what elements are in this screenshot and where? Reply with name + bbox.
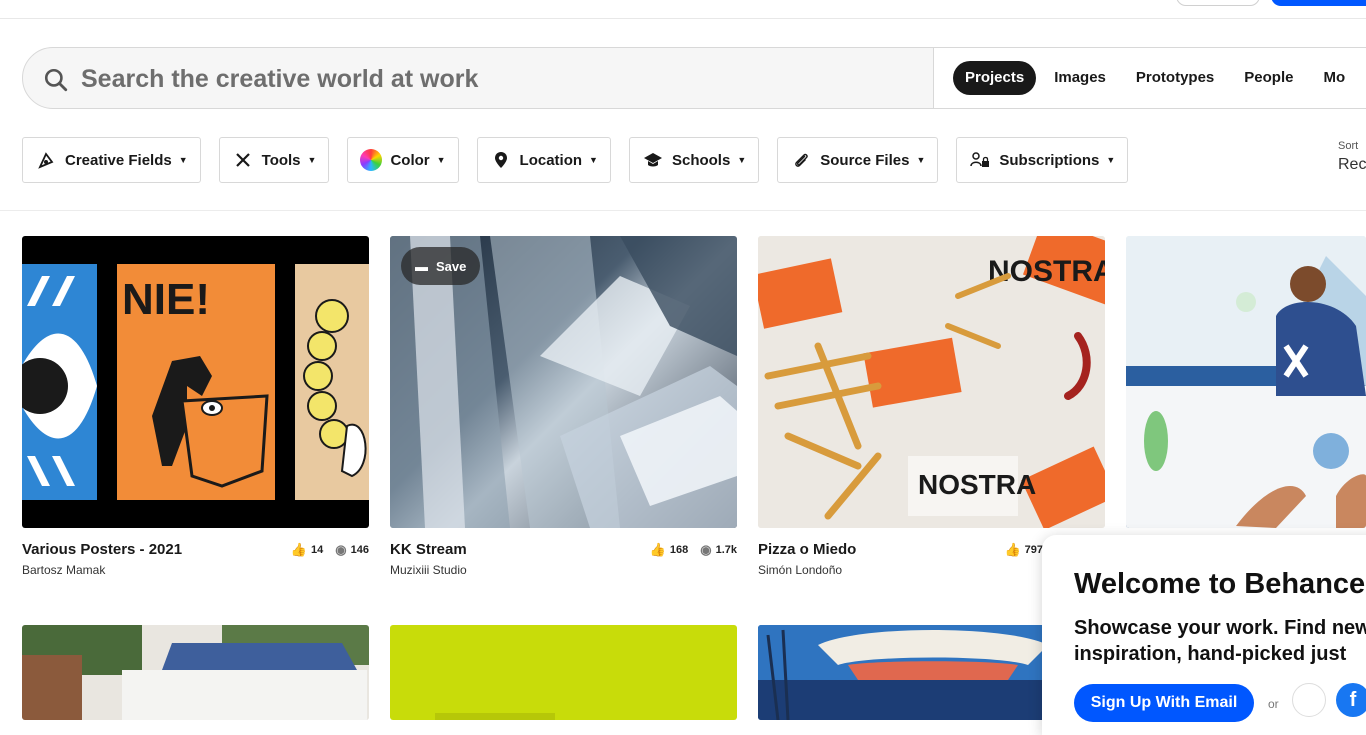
search-icon <box>44 68 68 92</box>
svg-text:NOSTRA: NOSTRA <box>988 255 1105 288</box>
sort-label: Sort <box>1338 140 1359 152</box>
project-stats: 👍 797 <box>1004 542 1043 558</box>
filter-source-files[interactable]: Source Files ▼ <box>777 137 939 183</box>
search-type-tabs: Projects Images Prototypes People Mo <box>953 61 1363 95</box>
tab-images[interactable]: Images <box>1042 61 1118 95</box>
thumbs-up-icon: 👍 <box>649 542 666 557</box>
search-bar: Projects Images Prototypes People Mo <box>22 47 1366 109</box>
project-thumbnail[interactable] <box>1126 236 1366 528</box>
project-card <box>390 625 737 720</box>
filter-label: Source Files <box>820 151 910 169</box>
divider <box>0 210 1366 211</box>
house-photo-artwork <box>22 625 369 720</box>
chevron-down-icon: ▼ <box>589 155 598 165</box>
sign-up-button[interactable] <box>1271 0 1366 6</box>
tab-people[interactable]: People <box>1232 61 1305 95</box>
project-thumbnail[interactable]: ▬ Save <box>390 236 737 528</box>
thumbs-up-icon: 👍 <box>290 542 308 557</box>
save-label: Save <box>436 258 467 274</box>
search-divider <box>933 48 934 108</box>
facebook-icon[interactable]: f <box>1336 683 1366 717</box>
chevron-down-icon: ▼ <box>436 155 446 165</box>
project-card <box>22 625 369 720</box>
svg-text:NOSTRA: NOSTRA <box>918 469 1036 500</box>
svg-text:NIE!: NIE! <box>122 275 210 324</box>
filter-schools[interactable]: Schools ▼ <box>628 137 760 183</box>
filter-label: Subscriptions <box>999 151 1100 169</box>
sort-dropdown[interactable]: Sort Rec <box>1338 140 1366 174</box>
location-pin-icon <box>490 149 512 171</box>
chevron-down-icon: ▼ <box>916 155 926 165</box>
sort-value: Rec <box>1338 156 1366 173</box>
filter-location[interactable]: Location ▼ <box>476 137 611 183</box>
folder-icon: ▬ <box>415 258 428 274</box>
chevron-down-icon: ▼ <box>1106 155 1116 165</box>
project-title[interactable]: KK Stream <box>390 541 467 558</box>
filter-label: Tools <box>261 151 301 169</box>
filter-creative-fields[interactable]: Creative Fields ▼ <box>22 137 201 183</box>
log-in-button[interactable] <box>1176 0 1260 6</box>
tools-icon <box>232 149 254 171</box>
tab-more[interactable]: Mo <box>1311 61 1357 95</box>
top-nav-bar <box>0 0 1366 19</box>
filter-tools[interactable]: Tools ▼ <box>218 137 330 183</box>
chevron-down-icon: ▼ <box>307 155 317 165</box>
project-card: ▬ Save KK Stream Muzixiii Studio 👍 168 ◉ 1.… <box>390 236 737 581</box>
search-input[interactable] <box>81 60 901 98</box>
chevron-down-icon: ▼ <box>178 155 188 165</box>
paperclip-icon <box>790 149 812 171</box>
lime-artwork <box>435 713 555 720</box>
views-count: 146 <box>350 544 369 556</box>
project-thumbnail[interactable] <box>22 625 369 720</box>
filter-label: Color <box>390 151 430 169</box>
chevron-down-icon: ▼ <box>737 155 747 165</box>
filter-label: Location <box>519 151 583 169</box>
save-button[interactable]: ▬ Save <box>401 247 481 285</box>
filter-color[interactable]: Color ▼ <box>347 137 459 183</box>
color-wheel-icon <box>360 149 383 171</box>
likes-count: 168 <box>669 544 689 556</box>
illustration-artwork <box>1126 236 1366 528</box>
project-card <box>1126 236 1366 528</box>
project-card: NOSTRA NOSTRA Pizza o Miedo Simón Londoñ… <box>758 236 1105 581</box>
pizza-branding-artwork: NOSTRA NOSTRA <box>758 236 1105 528</box>
project-title[interactable]: Pizza o Miedo <box>758 541 856 558</box>
pen-tool-icon <box>35 149 57 171</box>
subscription-lock-icon <box>969 149 991 171</box>
project-stats: 👍 14 ◉ 146 <box>291 542 369 558</box>
sign-up-with-email-button[interactable]: Sign Up With Email <box>1074 684 1254 722</box>
project-title[interactable]: Various Posters - 2021 <box>22 541 182 558</box>
project-stats: 👍 168 ◉ 1.7k <box>650 542 737 558</box>
graduation-cap-icon <box>642 149 664 171</box>
eye-icon: ◉ <box>700 542 712 557</box>
poster-artwork: NIE! <box>22 264 369 500</box>
welcome-text: Showcase your work. Find new inspiration… <box>1074 617 1366 665</box>
project-card: NIE! Various Posters - 2021 Bartosz Mama… <box>22 236 369 581</box>
project-thumbnail[interactable]: NOSTRA NOSTRA <box>758 236 1105 528</box>
eye-icon: ◉ <box>335 542 347 557</box>
project-owner[interactable]: Simón Londoño <box>758 563 842 577</box>
project-thumbnail[interactable] <box>390 625 737 720</box>
project-owner[interactable]: Bartosz Mamak <box>22 563 105 577</box>
likes-count: 797 <box>1024 544 1043 556</box>
views-count: 1.7k <box>715 544 737 556</box>
filter-label: Creative Fields <box>65 151 172 169</box>
filter-bar: Creative Fields ▼ Tools ▼ Color ▼ Location ▼… <box>22 137 1146 183</box>
welcome-popup: Welcome to Behance Showcase your work. F… <box>1042 535 1366 735</box>
thumbs-up-icon: 👍 <box>1004 542 1021 557</box>
filter-label: Schools <box>671 151 731 169</box>
project-thumbnail[interactable]: NIE! <box>22 236 369 528</box>
tab-projects[interactable]: Projects <box>953 61 1037 95</box>
project-owner[interactable]: Muzixiii Studio <box>390 563 467 577</box>
likes-count: 14 <box>311 544 324 556</box>
tab-prototypes[interactable]: Prototypes <box>1124 61 1226 95</box>
welcome-title: Welcome to Behance <box>1074 568 1366 600</box>
or-label: or <box>1268 697 1279 711</box>
apple-icon[interactable] <box>1292 683 1326 717</box>
filter-subscriptions[interactable]: Subscriptions ▼ <box>956 137 1129 183</box>
